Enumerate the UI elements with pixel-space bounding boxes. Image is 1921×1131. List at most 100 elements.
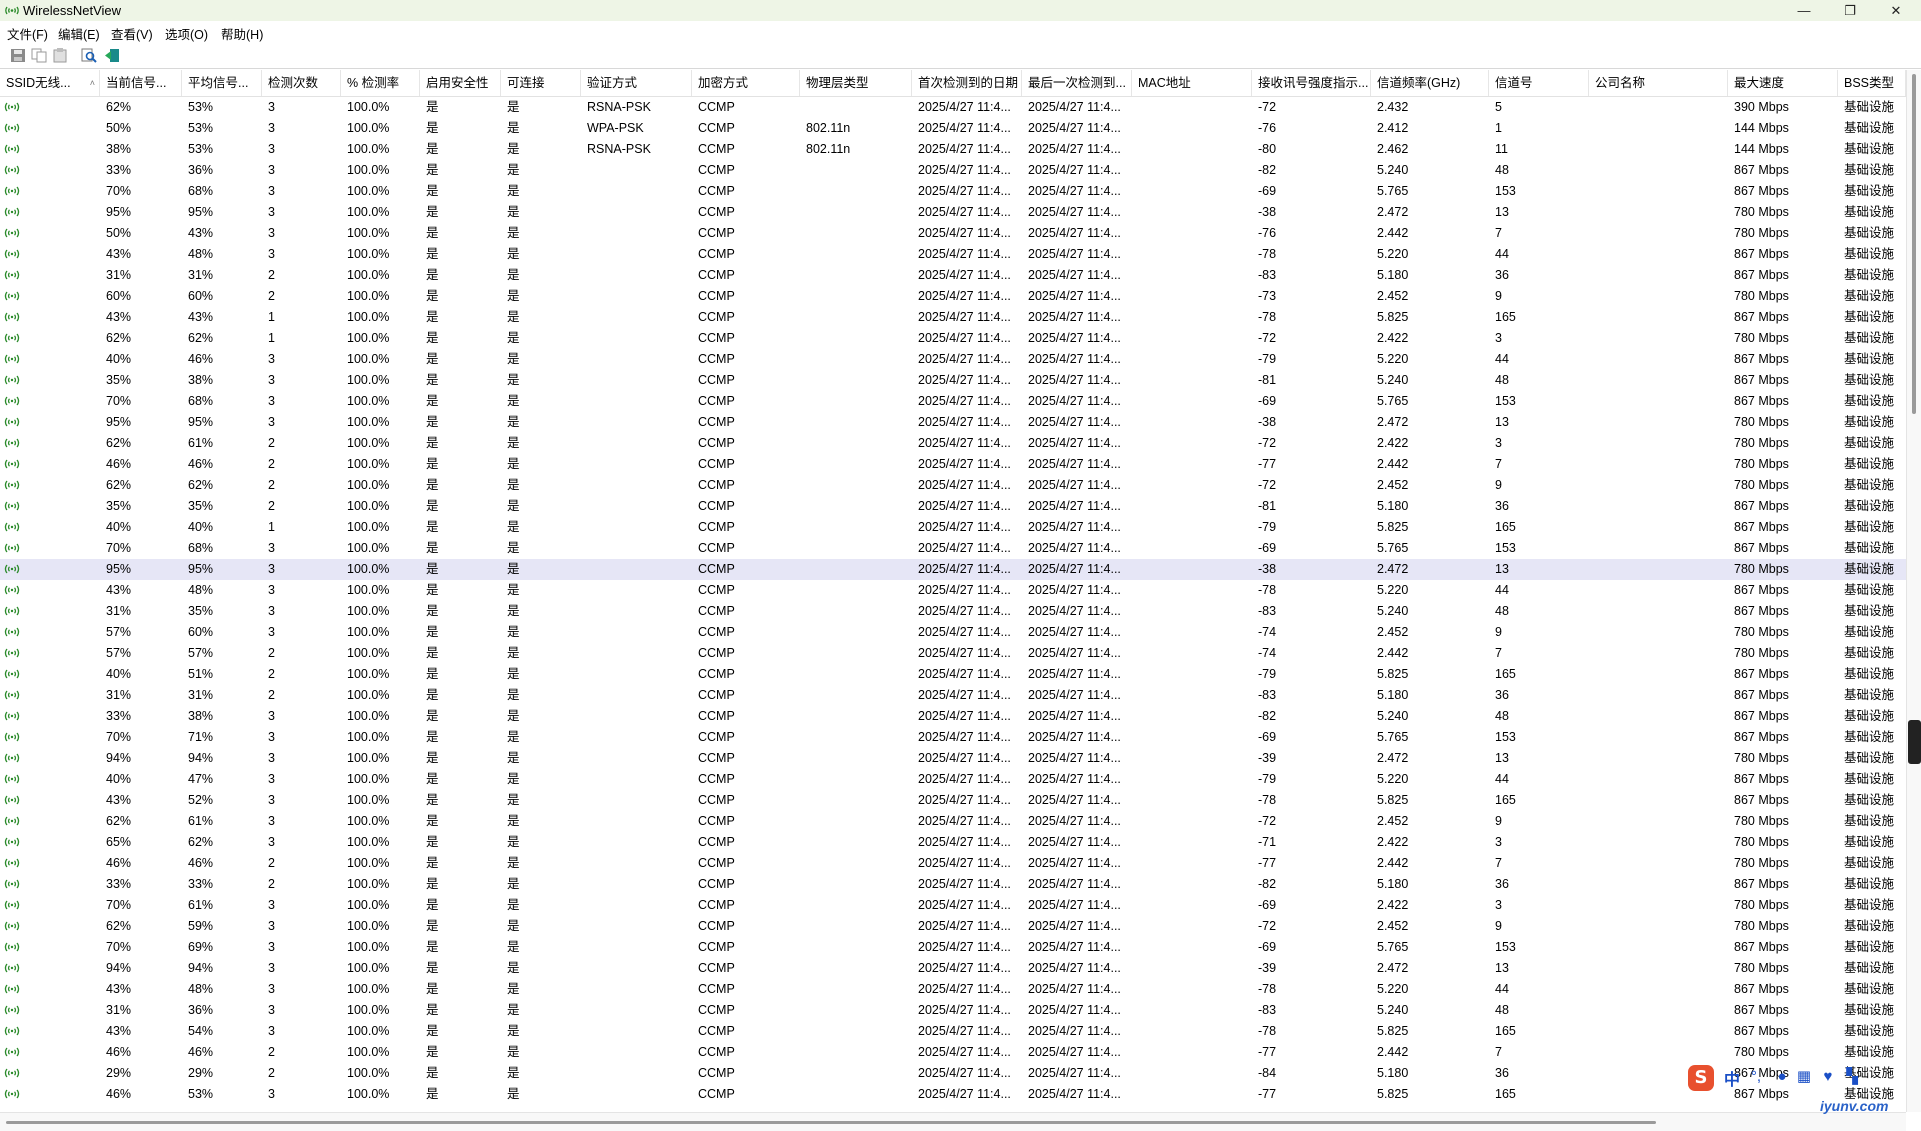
table-row[interactable]: 43% 48% 3 100.0% 是 是 CCMP 2025/4/27 11:4... 2025… bbox=[0, 979, 1906, 1000]
header-col-rssi[interactable]: 接收讯号强度指示... bbox=[1252, 70, 1371, 96]
copy-icon[interactable] bbox=[31, 48, 47, 63]
table-row[interactable]: 50% 53% 3 100.0% 是 是 WPA-PSK CCMP 802.11n 2025/4/… bbox=[0, 118, 1906, 139]
header-col-max-speed[interactable]: 最大速度 bbox=[1728, 70, 1838, 96]
table-row[interactable]: 57% 60% 3 100.0% 是 是 CCMP 2025/4/27 11:4... 2025… bbox=[0, 622, 1906, 643]
header-col-detection-count[interactable]: 检测次数 bbox=[262, 70, 341, 96]
ime-toolbox-icon[interactable]: ▚ bbox=[1844, 1069, 1860, 1085]
table-row[interactable]: 43% 48% 3 100.0% 是 是 CCMP 2025/4/27 11:4... 2025… bbox=[0, 244, 1906, 265]
table-row[interactable]: 31% 31% 2 100.0% 是 是 CCMP 2025/4/27 11:4... 2025… bbox=[0, 685, 1906, 706]
network-list[interactable]: SSID无线... ˄ 当前信号... 平均信号... 检测次数 % 检测率 启用安全性 可连… bbox=[0, 70, 1906, 1112]
table-row[interactable]: 65% 62% 3 100.0% 是 是 CCMP 2025/4/27 11:4... 2025… bbox=[0, 832, 1906, 853]
header-col-mac-address[interactable]: MAC地址 bbox=[1132, 70, 1252, 96]
ime-logo-icon[interactable]: S bbox=[1688, 1065, 1714, 1091]
table-row[interactable]: 70% 68% 3 100.0% 是 是 CCMP 2025/4/27 11:4... 2025… bbox=[0, 538, 1906, 559]
table-row[interactable]: 40% 40% 1 100.0% 是 是 CCMP 2025/4/27 11:4... 2025… bbox=[0, 517, 1906, 538]
table-row[interactable]: 62% 61% 3 100.0% 是 是 CCMP 2025/4/27 11:4... 2025… bbox=[0, 811, 1906, 832]
horizontal-scrollbar[interactable] bbox=[0, 1112, 1906, 1131]
find-icon[interactable] bbox=[81, 48, 97, 63]
table-row[interactable]: 95% 95% 3 100.0% 是 是 CCMP 2025/4/27 11:4... 2025… bbox=[0, 412, 1906, 433]
table-row[interactable]: 46% 53% 3 100.0% 是 是 CCMP 2025/4/27 11:4... 2025… bbox=[0, 1084, 1906, 1105]
table-row[interactable]: 62% 61% 2 100.0% 是 是 CCMP 2025/4/27 11:4... 2025… bbox=[0, 433, 1906, 454]
table-row[interactable]: 31% 36% 3 100.0% 是 是 CCMP 2025/4/27 11:4... 2025… bbox=[0, 1000, 1906, 1021]
header-col-security-enabled[interactable]: 启用安全性 bbox=[420, 70, 501, 96]
header-col-detection-rate[interactable]: % 检测率 bbox=[341, 70, 420, 96]
maximize-button[interactable]: ❐ bbox=[1830, 0, 1870, 21]
table-row[interactable]: 43% 43% 1 100.0% 是 是 CCMP 2025/4/27 11:4... 2025… bbox=[0, 307, 1906, 328]
table-row[interactable]: 40% 51% 2 100.0% 是 是 CCMP 2025/4/27 11:4... 2025… bbox=[0, 664, 1906, 685]
ime-microphone-icon[interactable]: ● bbox=[1774, 1069, 1790, 1085]
table-row[interactable]: 40% 47% 3 100.0% 是 是 CCMP 2025/4/27 11:4... 2025… bbox=[0, 769, 1906, 790]
header-col-encryption[interactable]: 加密方式 bbox=[692, 70, 800, 96]
table-row[interactable]: 70% 69% 3 100.0% 是 是 CCMP 2025/4/27 11:4... 2025… bbox=[0, 937, 1906, 958]
table-row[interactable]: 35% 38% 3 100.0% 是 是 CCMP 2025/4/27 11:4... 2025… bbox=[0, 370, 1906, 391]
table-row[interactable]: 43% 48% 3 100.0% 是 是 CCMP 2025/4/27 11:4... 2025… bbox=[0, 580, 1906, 601]
table-row[interactable]: 62% 53% 3 100.0% 是 是 RSNA-PSK CCMP 2025/4/27 11:… bbox=[0, 97, 1906, 118]
header-col-connectable[interactable]: 可连接 bbox=[501, 70, 581, 96]
table-row[interactable]: 62% 62% 2 100.0% 是 是 CCMP 2025/4/27 11:4... 2025… bbox=[0, 475, 1906, 496]
header-col-authentication[interactable]: 验证方式 bbox=[581, 70, 692, 96]
cell-last-detected: 2025/4/27 11:4... bbox=[1028, 1087, 1121, 1101]
table-row[interactable]: 33% 33% 2 100.0% 是 是 CCMP 2025/4/27 11:4... 2025… bbox=[0, 874, 1906, 895]
header-col-first-detected[interactable]: 首次检测到的日期 bbox=[912, 70, 1022, 96]
table-row[interactable]: 43% 54% 3 100.0% 是 是 CCMP 2025/4/27 11:4... 2025… bbox=[0, 1021, 1906, 1042]
table-row[interactable]: 40% 46% 3 100.0% 是 是 CCMP 2025/4/27 11:4... 2025… bbox=[0, 349, 1906, 370]
side-panel-handle[interactable] bbox=[1908, 720, 1921, 764]
menu-edit[interactable]: 编辑(E) bbox=[58, 24, 100, 43]
table-row[interactable]: 31% 31% 2 100.0% 是 是 CCMP 2025/4/27 11:4... 2025… bbox=[0, 265, 1906, 286]
table-row[interactable]: 33% 36% 3 100.0% 是 是 CCMP 2025/4/27 11:4... 2025… bbox=[0, 160, 1906, 181]
header-col-frequency[interactable]: 信道频率(GHz) bbox=[1371, 70, 1489, 96]
table-row[interactable]: 35% 35% 2 100.0% 是 是 CCMP 2025/4/27 11:4... 2025… bbox=[0, 496, 1906, 517]
cell-rssi: -81 bbox=[1258, 373, 1277, 387]
table-row[interactable]: 46% 46% 2 100.0% 是 是 CCMP 2025/4/27 11:4... 2025… bbox=[0, 454, 1906, 475]
table-row[interactable]: 95% 95% 3 100.0% 是 是 CCMP 2025/4/27 11:4... 2025… bbox=[0, 559, 1906, 580]
properties-icon[interactable] bbox=[52, 48, 68, 63]
table-row[interactable]: 94% 94% 3 100.0% 是 是 CCMP 2025/4/27 11:4... 2025… bbox=[0, 958, 1906, 979]
wifi-signal-icon bbox=[4, 396, 20, 406]
table-row[interactable]: 50% 43% 3 100.0% 是 是 CCMP 2025/4/27 11:4... 2025… bbox=[0, 223, 1906, 244]
table-row[interactable]: 70% 61% 3 100.0% 是 是 CCMP 2025/4/27 11:4... 2025… bbox=[0, 895, 1906, 916]
table-row[interactable]: 33% 38% 3 100.0% 是 是 CCMP 2025/4/27 11:4... 2025… bbox=[0, 706, 1906, 727]
ime-skin-icon[interactable]: ♥ bbox=[1820, 1069, 1836, 1085]
ssid-text bbox=[24, 622, 94, 643]
cell-rssi: -38 bbox=[1258, 415, 1277, 429]
table-row[interactable]: 60% 60% 2 100.0% 是 是 CCMP 2025/4/27 11:4... 2025… bbox=[0, 286, 1906, 307]
table-row[interactable]: 62% 59% 3 100.0% 是 是 CCMP 2025/4/27 11:4... 2025… bbox=[0, 916, 1906, 937]
header-col-current-signal[interactable]: 当前信号... bbox=[100, 70, 182, 96]
menu-view[interactable]: 查看(V) bbox=[111, 24, 153, 43]
menu-help[interactable]: 帮助(H) bbox=[221, 24, 263, 43]
header-col-average-signal[interactable]: 平均信号... bbox=[182, 70, 262, 96]
cell-encryption: CCMP bbox=[698, 499, 735, 513]
minimize-button[interactable]: — bbox=[1784, 0, 1824, 21]
header-col-phy-type[interactable]: 物理层类型 bbox=[800, 70, 912, 96]
table-row[interactable]: 94% 94% 3 100.0% 是 是 CCMP 2025/4/27 11:4... 2025… bbox=[0, 748, 1906, 769]
table-row[interactable]: 46% 46% 2 100.0% 是 是 CCMP 2025/4/27 11:4... 2025… bbox=[0, 853, 1906, 874]
close-button[interactable]: ✕ bbox=[1876, 0, 1916, 21]
table-row[interactable]: 43% 52% 3 100.0% 是 是 CCMP 2025/4/27 11:4... 2025… bbox=[0, 790, 1906, 811]
table-row[interactable]: 57% 57% 2 100.0% 是 是 CCMP 2025/4/27 11:4... 2025… bbox=[0, 643, 1906, 664]
horizontal-scroll-thumb[interactable] bbox=[6, 1121, 1656, 1124]
table-row[interactable]: 46% 46% 2 100.0% 是 是 CCMP 2025/4/27 11:4... 2025… bbox=[0, 1042, 1906, 1063]
header-col-ssid[interactable]: SSID无线... ˄ bbox=[0, 70, 100, 96]
header-col-company[interactable]: 公司名称 bbox=[1589, 70, 1728, 96]
table-row[interactable]: 31% 35% 3 100.0% 是 是 CCMP 2025/4/27 11:4... 2025… bbox=[0, 601, 1906, 622]
table-row[interactable]: 95% 95% 3 100.0% 是 是 CCMP 2025/4/27 11:4... 2025… bbox=[0, 202, 1906, 223]
cell-connectable: 是 bbox=[507, 289, 520, 303]
menu-file[interactable]: 文件(F) bbox=[7, 24, 48, 43]
header-col-bss-type[interactable]: BSS类型 bbox=[1838, 70, 1906, 96]
table-row[interactable]: 29% 29% 2 100.0% 是 是 CCMP 2025/4/27 11:4... 2025… bbox=[0, 1063, 1906, 1084]
table-row[interactable]: 70% 68% 3 100.0% 是 是 CCMP 2025/4/27 11:4... 2025… bbox=[0, 181, 1906, 202]
header-col-channel[interactable]: 信道号 bbox=[1489, 70, 1589, 96]
table-row[interactable]: 62% 62% 1 100.0% 是 是 CCMP 2025/4/27 11:4... 2025… bbox=[0, 328, 1906, 349]
vertical-scrollbar[interactable] bbox=[1906, 70, 1921, 1112]
table-row[interactable]: 70% 71% 3 100.0% 是 是 CCMP 2025/4/27 11:4... 2025… bbox=[0, 727, 1906, 748]
ime-punctuation-icon[interactable]: °, bbox=[1748, 1069, 1764, 1085]
vertical-scroll-thumb[interactable] bbox=[1912, 74, 1916, 414]
header-col-last-detected[interactable]: 最后一次检测到... bbox=[1022, 70, 1132, 96]
menu-options[interactable]: 选项(O) bbox=[165, 24, 208, 43]
table-row[interactable]: 38% 53% 3 100.0% 是 是 RSNA-PSK CCMP 802.11n 2025/4… bbox=[0, 139, 1906, 160]
ime-language-toggle[interactable]: 中 bbox=[1724, 1066, 1740, 1090]
save-icon[interactable] bbox=[10, 48, 26, 63]
exit-icon[interactable] bbox=[104, 48, 120, 63]
table-row[interactable]: 70% 68% 3 100.0% 是 是 CCMP 2025/4/27 11:4... 2025… bbox=[0, 391, 1906, 412]
ime-keyboard-icon[interactable]: ▦ bbox=[1796, 1069, 1812, 1085]
